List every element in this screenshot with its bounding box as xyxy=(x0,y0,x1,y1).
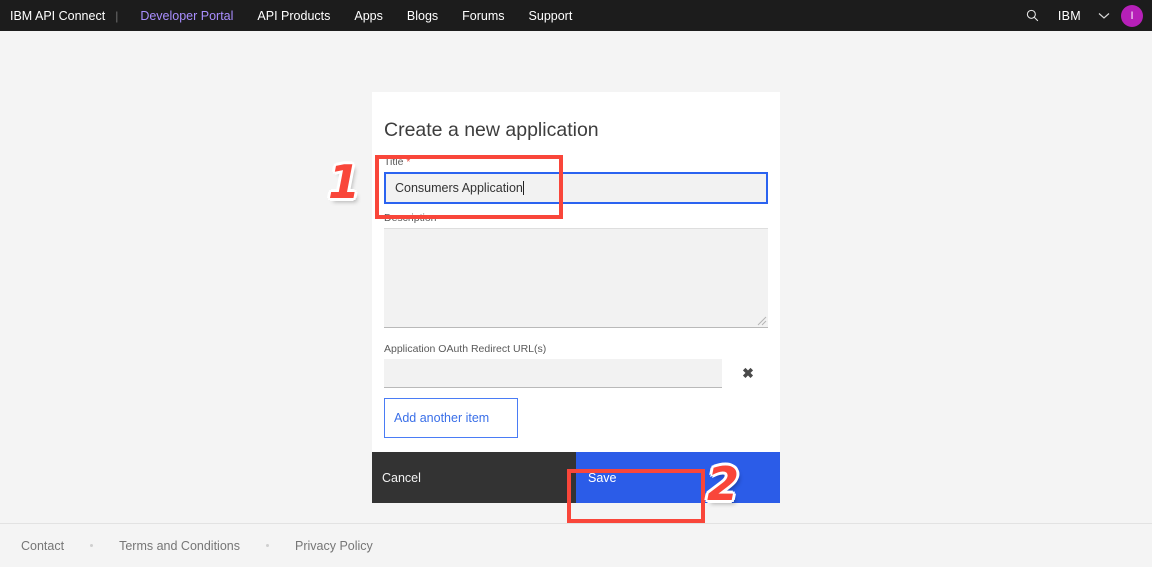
field-description: Description xyxy=(384,212,768,328)
oauth-url-input[interactable] xyxy=(384,359,722,388)
title-input-value: Consumers Application xyxy=(395,181,523,195)
search-icon[interactable] xyxy=(1016,0,1050,31)
field-description-label: Description xyxy=(384,212,768,224)
nav-right-group: IBM I xyxy=(1016,0,1152,31)
nav-link-support[interactable]: Support xyxy=(517,9,585,23)
footer-separator-dot xyxy=(90,544,93,547)
title-input[interactable]: Consumers Application xyxy=(384,172,768,204)
card-actions: Cancel Save xyxy=(372,452,780,503)
card-body: Create a new application Title * Consume… xyxy=(372,92,780,452)
field-title: Title * Consumers Application xyxy=(384,156,768,204)
field-title-label-text: Title xyxy=(384,156,403,168)
close-icon[interactable]: ✖ xyxy=(722,365,768,382)
spacer-after-description xyxy=(384,328,768,343)
required-marker: * xyxy=(406,157,410,168)
page-footer: Contact Terms and Conditions Privacy Pol… xyxy=(0,523,1152,567)
page-content: Create a new application Title * Consume… xyxy=(0,31,1152,523)
user-menu-label[interactable]: IBM xyxy=(1050,9,1089,23)
brand-label: IBM API Connect xyxy=(10,9,115,23)
annotation-number-step1: 1 xyxy=(328,159,360,205)
footer-link-terms[interactable]: Terms and Conditions xyxy=(119,539,240,553)
nav-link-blogs[interactable]: Blogs xyxy=(395,9,450,23)
oauth-url-row: ✖ xyxy=(384,359,768,388)
avatar[interactable]: I xyxy=(1121,5,1143,27)
create-application-card: Create a new application Title * Consume… xyxy=(372,92,780,503)
resize-grip-icon xyxy=(755,314,767,326)
chevron-down-icon[interactable] xyxy=(1089,0,1119,31)
footer-link-contact[interactable]: Contact xyxy=(21,539,64,553)
nav-link-api-products[interactable]: API Products xyxy=(245,9,342,23)
nav-separator: | xyxy=(115,9,128,23)
nav-link-apps[interactable]: Apps xyxy=(342,9,395,23)
footer-link-privacy[interactable]: Privacy Policy xyxy=(295,539,373,553)
text-caret xyxy=(523,181,524,195)
page-title: Create a new application xyxy=(384,119,768,142)
field-oauth-label: Application OAuth Redirect URL(s) xyxy=(384,343,768,355)
cancel-button[interactable]: Cancel xyxy=(372,452,576,503)
save-button[interactable]: Save xyxy=(576,452,780,503)
nav-link-developer-portal[interactable]: Developer Portal xyxy=(128,9,245,23)
spacer-after-title xyxy=(384,204,768,212)
field-title-label: Title * xyxy=(384,156,768,168)
add-another-item-button[interactable]: Add another item xyxy=(384,398,518,438)
nav-left-group: IBM API Connect | Developer Portal API P… xyxy=(10,9,584,23)
field-oauth-redirect-urls: Application OAuth Redirect URL(s) ✖ Add … xyxy=(384,343,768,438)
nav-link-forums[interactable]: Forums xyxy=(450,9,516,23)
footer-separator-dot xyxy=(266,544,269,547)
top-navigation-bar: IBM API Connect | Developer Portal API P… xyxy=(0,0,1152,31)
description-input[interactable] xyxy=(384,228,768,328)
